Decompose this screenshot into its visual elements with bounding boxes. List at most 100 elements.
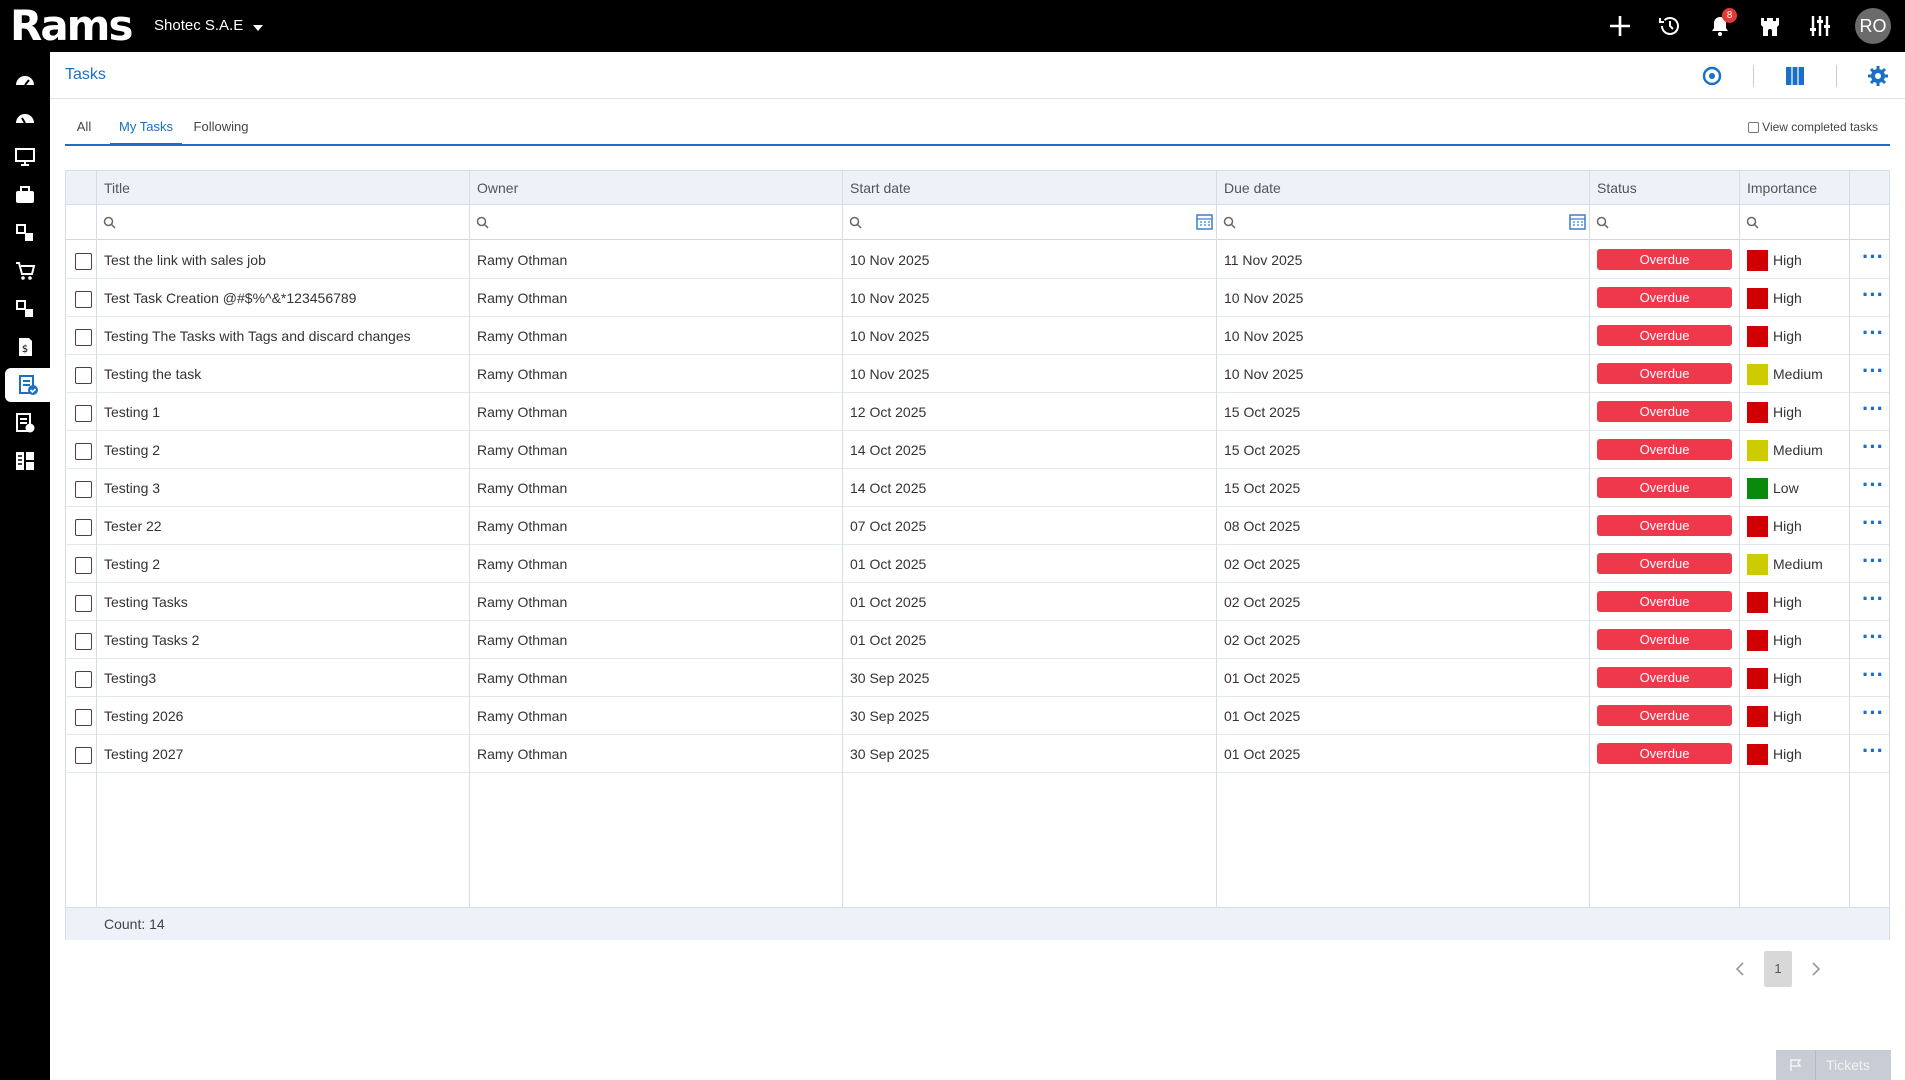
table-row[interactable]: Testing 1 Ramy Othman 12 Oct 2025 15 Oct 20… <box>66 393 1889 431</box>
row-checkbox[interactable] <box>75 443 92 460</box>
start-date-filter[interactable] <box>843 205 862 240</box>
sidebar-item-jobs[interactable] <box>0 178 50 212</box>
more-options-icon[interactable]: ··· <box>1862 393 1884 425</box>
view-completed-toggle[interactable]: View completed tasks <box>1748 120 1878 134</box>
table-row[interactable]: Test the link with sales job Ramy Othman 1… <box>66 241 1889 279</box>
title-filter[interactable] <box>97 205 116 240</box>
row-checkbox[interactable] <box>75 633 92 650</box>
table-row[interactable]: Testing The Tasks with Tags and discard … <box>66 317 1889 355</box>
more-options-icon[interactable]: ··· <box>1862 583 1884 615</box>
row-checkbox[interactable] <box>75 329 92 346</box>
row-checkbox[interactable] <box>75 291 92 308</box>
table-row[interactable]: Testing Tasks 2 Ramy Othman 01 Oct 2025 02 … <box>66 621 1889 659</box>
view-completed-checkbox[interactable] <box>1748 121 1760 133</box>
table-row[interactable]: Testing Tasks Ramy Othman 01 Oct 2025 02 Oc… <box>66 583 1889 621</box>
calendar-icon[interactable] <box>1196 213 1213 230</box>
sidebar-item-layouts[interactable] <box>0 444 50 478</box>
status-filter[interactable] <box>1590 205 1609 240</box>
task-title[interactable]: Test Task Creation @#$%^&*123456789 <box>97 279 469 317</box>
task-title[interactable]: Testing 2 <box>97 431 469 469</box>
row-checkbox[interactable] <box>75 595 92 612</box>
table-row[interactable]: Testing 2027 Ramy Othman 30 Sep 2025 01 Oct… <box>66 735 1889 773</box>
sidebar-item-tasks[interactable] <box>5 368 50 402</box>
sidebar-item-modules[interactable] <box>0 216 50 250</box>
more-options-icon[interactable]: ··· <box>1862 469 1884 501</box>
row-checkbox[interactable] <box>75 367 92 384</box>
sidebar-item-dashboard[interactable] <box>0 64 50 98</box>
table-row[interactable]: Testing 2 Ramy Othman 14 Oct 2025 15 Oct 20… <box>66 431 1889 469</box>
sidebar-item-dashboard-2[interactable] <box>0 102 50 136</box>
more-options-icon[interactable]: ··· <box>1862 507 1884 539</box>
more-options-icon[interactable]: ··· <box>1862 697 1884 729</box>
more-options-icon[interactable]: ··· <box>1862 659 1884 691</box>
importance-filter[interactable] <box>1740 205 1759 240</box>
row-checkbox[interactable] <box>75 519 92 536</box>
prev-page-button[interactable] <box>1730 953 1750 985</box>
refresh-button[interactable] <box>1699 63 1725 89</box>
task-title[interactable]: Testing3 <box>97 659 469 697</box>
tab-following[interactable]: Following <box>189 110 253 144</box>
more-options-icon[interactable]: ··· <box>1862 545 1884 577</box>
more-options-icon[interactable]: ··· <box>1862 317 1884 349</box>
owner-filter[interactable] <box>470 205 489 240</box>
task-title[interactable]: Testing 2 <box>97 545 469 583</box>
task-title[interactable]: Testing 1 <box>97 393 469 431</box>
column-header-importance[interactable]: Importance <box>1740 171 1817 205</box>
sidebar-item-inventory[interactable] <box>0 292 50 326</box>
task-title[interactable]: Testing 3 <box>97 469 469 507</box>
sidebar-item-monitor[interactable] <box>0 140 50 174</box>
row-checkbox[interactable] <box>75 405 92 422</box>
more-options-icon[interactable]: ··· <box>1862 735 1884 767</box>
column-header-title[interactable]: Title <box>97 171 130 205</box>
more-options-icon[interactable]: ··· <box>1862 241 1884 273</box>
more-options-icon[interactable]: ··· <box>1862 431 1884 463</box>
table-row[interactable]: Testing 2026 Ramy Othman 30 Sep 2025 01 Oct… <box>66 697 1889 735</box>
store-button[interactable] <box>1755 11 1785 41</box>
column-header-start-date[interactable]: Start date <box>843 171 911 205</box>
page-number-button[interactable]: 1 <box>1764 951 1792 987</box>
table-row[interactable]: Test Task Creation @#$%^&*123456789 Ramy … <box>66 279 1889 317</box>
sidebar-item-reports[interactable] <box>0 406 50 440</box>
tickets-button[interactable]: Tickets <box>1776 1050 1891 1080</box>
more-options-icon[interactable]: ··· <box>1862 621 1884 653</box>
sidebar-item-purchasing[interactable] <box>0 254 50 288</box>
task-title[interactable]: Testing the task <box>97 355 469 393</box>
table-row[interactable]: Testing the task Ramy Othman 10 Nov 2025 10… <box>66 355 1889 393</box>
row-checkbox[interactable] <box>75 709 92 726</box>
task-title[interactable]: Testing 2026 <box>97 697 469 735</box>
task-title[interactable]: Testing Tasks <box>97 583 469 621</box>
row-checkbox[interactable] <box>75 253 92 270</box>
settings-sliders-button[interactable] <box>1805 11 1835 41</box>
company-selector[interactable]: Shotec S.A.E <box>154 17 264 34</box>
row-checkbox[interactable] <box>75 557 92 574</box>
table-row[interactable]: Tester 22 Ramy Othman 07 Oct 2025 08 Oct 20… <box>66 507 1889 545</box>
more-options-icon[interactable]: ··· <box>1862 279 1884 311</box>
tab-my-tasks[interactable]: My Tasks <box>110 110 182 146</box>
table-row[interactable]: Testing 2 Ramy Othman 01 Oct 2025 02 Oct 20… <box>66 545 1889 583</box>
next-page-button[interactable] <box>1806 953 1826 985</box>
settings-button[interactable] <box>1865 63 1891 89</box>
add-button[interactable] <box>1605 11 1635 41</box>
row-checkbox[interactable] <box>75 747 92 764</box>
task-title[interactable]: Tester 22 <box>97 507 469 545</box>
row-checkbox[interactable] <box>75 671 92 688</box>
task-title[interactable]: Test the link with sales job <box>97 241 469 279</box>
column-header-due-date[interactable]: Due date <box>1217 171 1281 205</box>
due-date-filter[interactable] <box>1217 205 1236 240</box>
avatar[interactable]: RO <box>1855 8 1891 44</box>
table-row[interactable]: Testing 3 Ramy Othman 14 Oct 2025 15 Oct 20… <box>66 469 1889 507</box>
column-header-owner[interactable]: Owner <box>470 171 518 205</box>
task-title[interactable]: Testing 2027 <box>97 735 469 773</box>
table-row[interactable]: Testing3 Ramy Othman 30 Sep 2025 01 Oct 202… <box>66 659 1889 697</box>
column-view-button[interactable] <box>1782 63 1808 89</box>
more-options-icon[interactable]: ··· <box>1862 355 1884 387</box>
tab-all[interactable]: All <box>67 110 101 144</box>
column-header-status[interactable]: Status <box>1590 171 1637 205</box>
task-title[interactable]: Testing The Tasks with Tags and discard … <box>97 317 469 355</box>
task-title[interactable]: Testing Tasks 2 <box>97 621 469 659</box>
calendar-icon[interactable] <box>1569 213 1586 230</box>
history-button[interactable] <box>1655 11 1685 41</box>
notifications-button[interactable]: 8 <box>1705 8 1737 41</box>
sidebar-item-finance[interactable]: $ <box>0 330 50 364</box>
app-logo[interactable]: Rams <box>10 4 133 48</box>
